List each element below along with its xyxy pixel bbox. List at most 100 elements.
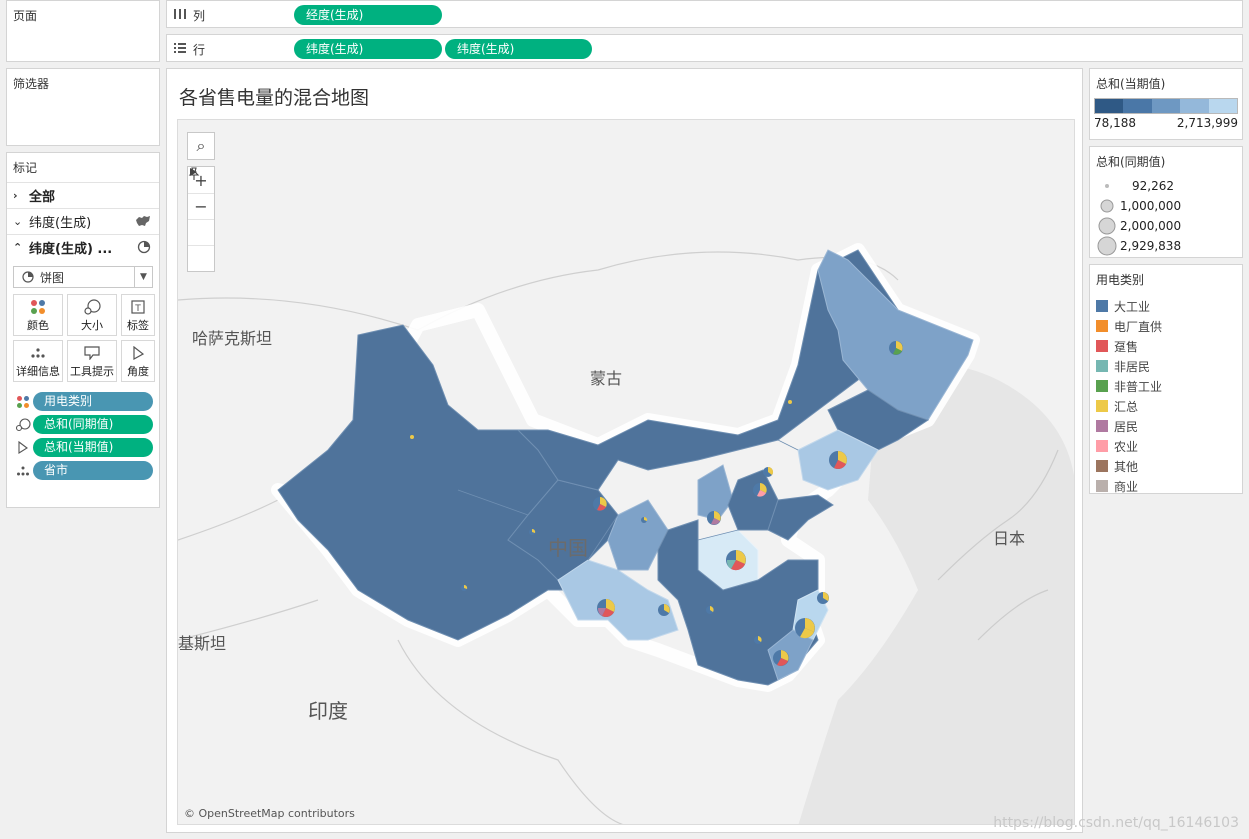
legend-swatch <box>1096 440 1108 452</box>
columns-shelf[interactable]: 列 经度(生成) <box>166 0 1243 28</box>
ramp-min-label: 78,188 <box>1094 116 1136 130</box>
legend-item[interactable]: 农业 <box>1090 436 1242 456</box>
color-button[interactable]: 颜色 <box>13 294 63 336</box>
label-button[interactable]: T 标签 <box>121 294 155 336</box>
legend-swatch <box>1096 460 1108 472</box>
legend-item[interactable]: 非普工业 <box>1090 376 1242 396</box>
chevron-right-icon: › <box>13 189 18 202</box>
legend-item[interactable]: 其他 <box>1090 456 1242 476</box>
tooltip-button[interactable]: 工具提示 <box>67 340 117 382</box>
angle-button-label: 角度 <box>127 365 149 378</box>
size-icon <box>13 417 33 432</box>
ramp-max-label: 2,713,999 <box>1176 116 1238 130</box>
marks-row-lat2[interactable]: ⌃ 纬度(生成) ... <box>7 234 159 260</box>
angle-button[interactable]: 角度 <box>121 340 155 382</box>
filters-card[interactable]: 筛选器 <box>6 68 160 146</box>
legend-item[interactable]: 趸售 <box>1090 336 1242 356</box>
pill-category[interactable]: 用电类别 <box>33 392 153 411</box>
size-circle-icon <box>1096 217 1118 235</box>
marks-row-lat1[interactable]: ⌄ 纬度(生成) <box>7 208 159 234</box>
angle-pill-row[interactable]: 总和(当期值) <box>7 436 159 459</box>
legend-swatch <box>1096 320 1108 332</box>
ramp-step <box>1095 99 1124 113</box>
columns-shelf-label: 列 <box>173 7 205 24</box>
mark-type-select[interactable]: 饼图 ▼ <box>13 266 153 288</box>
rows-shelf[interactable]: 行 纬度(生成) 纬度(生成) <box>166 34 1243 62</box>
color-button-label: 颜色 <box>27 319 49 332</box>
size-legend-title: 总和(同期值) <box>1096 155 1166 169</box>
shelf-pill-latitude-2[interactable]: 纬度(生成) <box>445 39 592 59</box>
pie-icon <box>137 240 151 258</box>
marks-title: 标记 <box>13 161 38 175</box>
viz-card: 各省售电量的混合地图 哈萨克斯坦 蒙古 中国 日本 基斯坦 印度 ⌕ + − ©… <box>166 68 1083 833</box>
color-pill-row[interactable]: 用电类别 <box>7 390 159 413</box>
category-list: 大工业电厂直供趸售非居民非普工业汇总居民农业其他商业 <box>1090 296 1242 496</box>
label-china: 中国 <box>548 536 588 560</box>
rows-label-text: 行 <box>193 43 206 57</box>
map-view[interactable]: 哈萨克斯坦 蒙古 中国 日本 基斯坦 印度 ⌕ + − © OpenStreet… <box>177 119 1075 825</box>
size-icon <box>83 297 101 317</box>
play-icon[interactable] <box>188 168 214 271</box>
legend-item[interactable]: 商业 <box>1090 476 1242 496</box>
pages-title: 页面 <box>13 9 38 23</box>
mark-type-value: 饼图 <box>40 270 65 285</box>
ramp-step <box>1151 99 1181 113</box>
shelf-pill-latitude-1[interactable]: 纬度(生成) <box>294 39 442 59</box>
viz-title: 各省售电量的混合地图 <box>179 87 370 109</box>
svg-text:T: T <box>134 304 141 314</box>
size-circle-icon <box>1096 236 1118 256</box>
pie-icon <box>22 271 34 283</box>
pill-prior-sum[interactable]: 总和(同期值) <box>33 415 153 434</box>
search-icon[interactable]: ⌕ <box>188 133 214 159</box>
ramp-step <box>1208 99 1238 113</box>
size-row: 2,000,000 <box>1090 216 1242 236</box>
label-pakistan: 基斯坦 <box>178 634 227 653</box>
color-dots-icon <box>13 395 33 409</box>
map-icon <box>135 214 151 232</box>
legend-item[interactable]: 电厂直供 <box>1090 316 1242 336</box>
legend-label: 其他 <box>1114 459 1139 474</box>
color-dots-icon <box>30 297 46 317</box>
color-legend-title: 总和(当期值) <box>1096 77 1166 91</box>
legend-label: 电厂直供 <box>1114 319 1163 334</box>
legend-label: 商业 <box>1114 479 1139 494</box>
detail-button[interactable]: 详细信息 <box>13 340 63 382</box>
columns-icon <box>173 8 187 23</box>
map-attribution: © OpenStreetMap contributors <box>184 807 355 820</box>
angle-icon <box>13 440 33 455</box>
size-legend[interactable]: 总和(同期值) 92,262 1,000,000 2,000,000 2,929… <box>1089 146 1243 258</box>
size-button[interactable]: 大小 <box>67 294 117 336</box>
detail-pill-row[interactable]: 省市 <box>7 459 159 482</box>
pill-current-sum[interactable]: 总和(当期值) <box>33 438 153 457</box>
legend-swatch <box>1096 340 1108 352</box>
shelf-pill-longitude[interactable]: 经度(生成) <box>294 5 442 25</box>
legend-swatch <box>1096 360 1108 372</box>
legend-label: 非居民 <box>1114 359 1151 374</box>
detail-button-label: 详细信息 <box>16 365 60 378</box>
legend-label: 非普工业 <box>1114 379 1163 394</box>
ramp-step <box>1123 99 1152 113</box>
zoom-out-icon[interactable]: − <box>188 193 214 219</box>
legend-item[interactable]: 非居民 <box>1090 356 1242 376</box>
label-japan: 日本 <box>993 529 1026 548</box>
pill-province[interactable]: 省市 <box>33 461 153 480</box>
legend-label: 居民 <box>1114 419 1139 434</box>
ramp-step <box>1180 99 1209 113</box>
color-legend[interactable]: 总和(当期值) 78,188 2,713,999 <box>1089 68 1243 140</box>
caret-down-icon: ▼ <box>134 267 152 287</box>
marks-row-all[interactable]: › 全部 <box>7 182 159 208</box>
pin-icon[interactable] <box>188 167 214 245</box>
watermark: https://blog.csdn.net/qq_16146103 <box>993 815 1239 831</box>
rows-icon <box>173 42 187 57</box>
legend-item[interactable]: 大工业 <box>1090 296 1242 316</box>
size-value: 1,000,000 <box>1120 199 1182 213</box>
size-button-label: 大小 <box>81 319 103 332</box>
legend-item[interactable]: 汇总 <box>1090 396 1242 416</box>
color-ramp <box>1094 98 1238 114</box>
category-legend[interactable]: 用电类别 大工业 电厂直供 趸售 非居民 非普工业 汇总 居民 农业 其他 商业 <box>1089 264 1243 494</box>
size-pill-row[interactable]: 总和(同期值) <box>7 413 159 436</box>
label-india: 印度 <box>308 699 348 723</box>
size-circle-icon <box>1096 183 1118 189</box>
legend-item[interactable]: 居民 <box>1090 416 1242 436</box>
legend-swatch <box>1096 400 1108 412</box>
